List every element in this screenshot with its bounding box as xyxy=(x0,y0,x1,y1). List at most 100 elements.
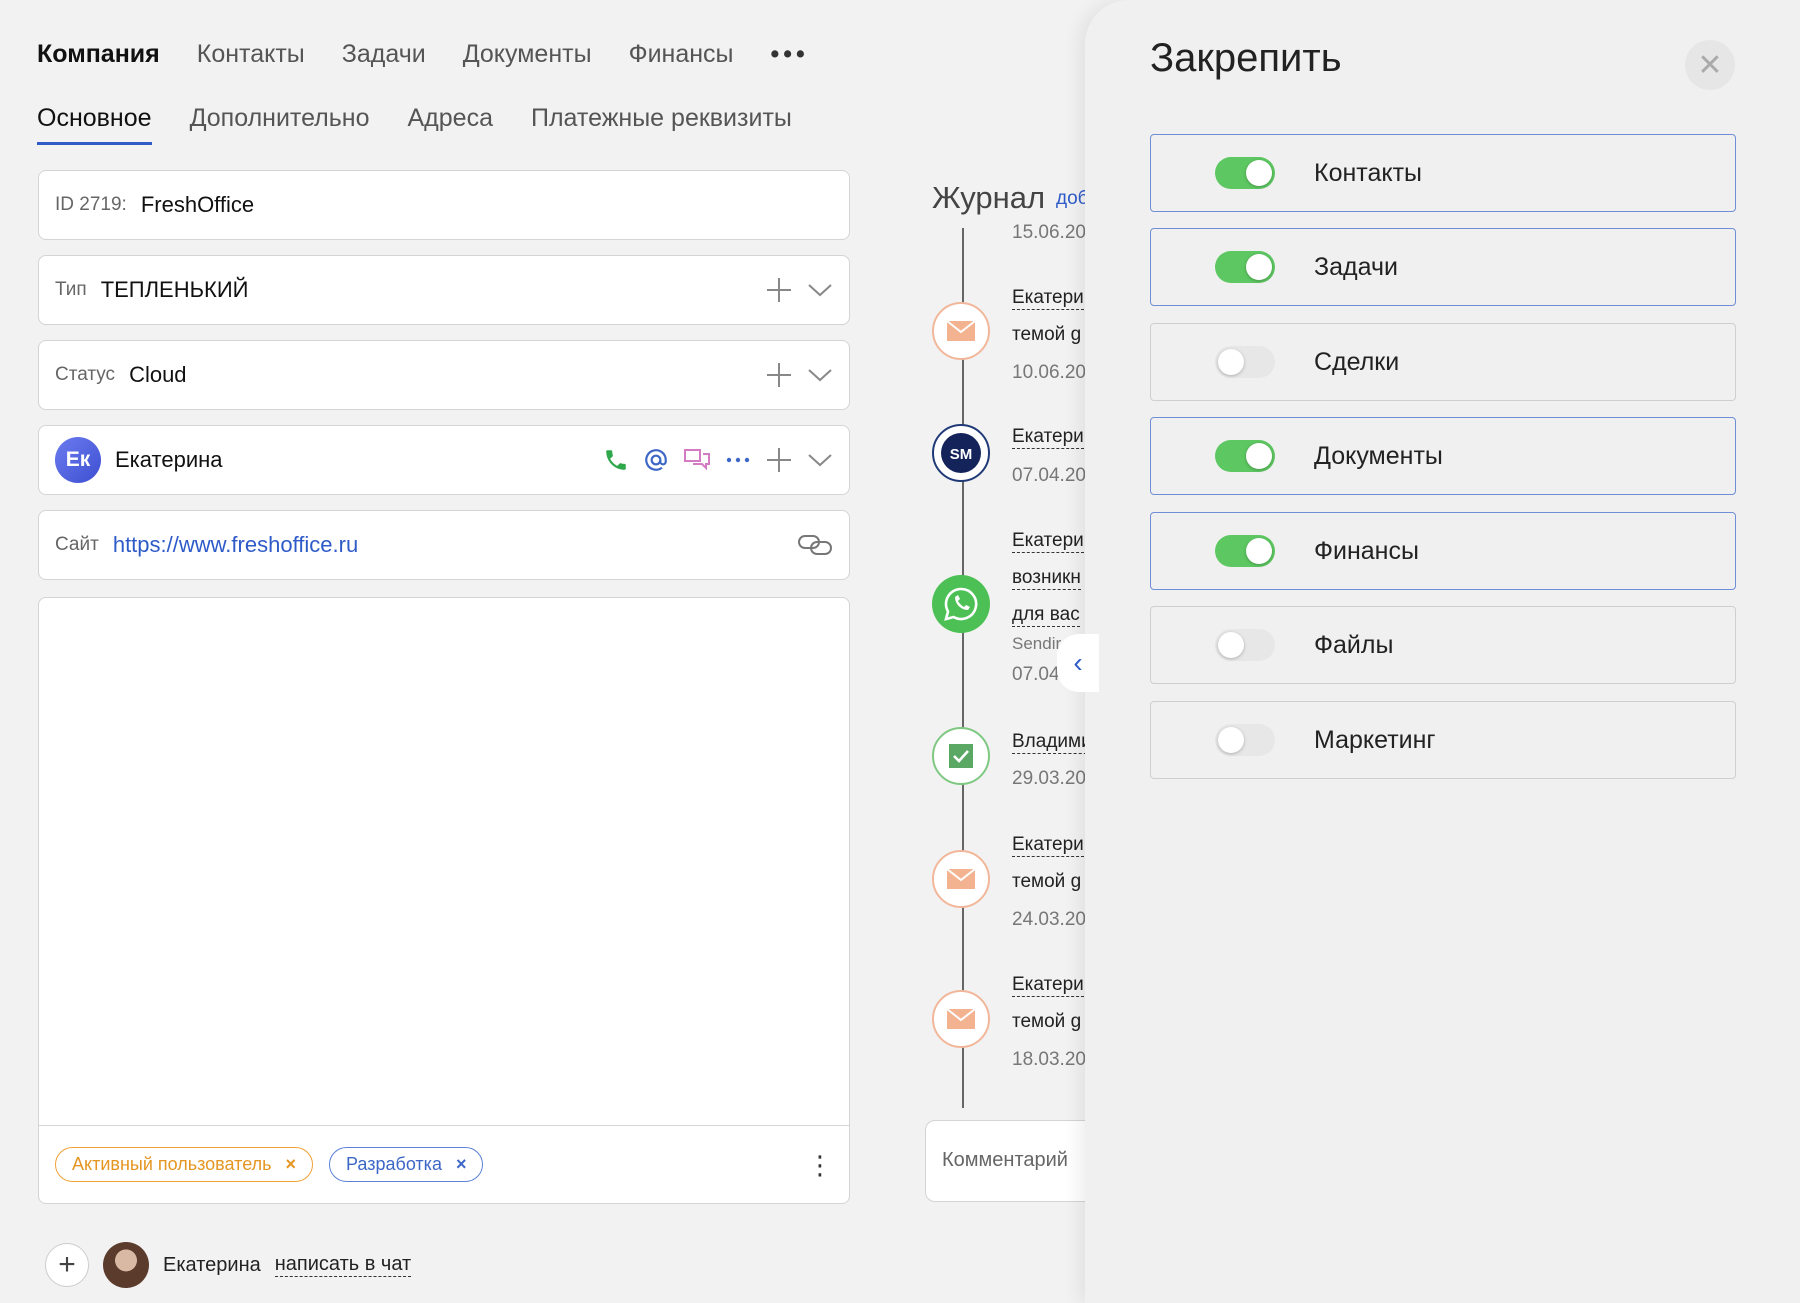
status-label: Статус xyxy=(55,364,116,385)
phone-icon[interactable] xyxy=(603,447,629,473)
type-value: ТЕПЛЕНЬКИЙ xyxy=(100,277,249,302)
toggle-switch[interactable] xyxy=(1215,724,1275,756)
tab-additional[interactable]: Дополнительно xyxy=(190,104,370,145)
plus-icon[interactable] xyxy=(765,446,793,474)
entry-author[interactable]: Екатери xyxy=(1012,426,1084,449)
notes-area[interactable]: Активный пользователь × Разработка × ⋮ xyxy=(38,597,850,1204)
toggle-knob xyxy=(1218,632,1244,658)
toggle-switch[interactable] xyxy=(1215,157,1275,189)
more-icon[interactable] xyxy=(725,456,751,464)
entry-author[interactable]: Екатери xyxy=(1012,530,1084,553)
nav-more-icon[interactable]: ••• xyxy=(771,40,809,69)
entry-text: темой g xyxy=(1012,871,1082,892)
nav-documents[interactable]: Документы xyxy=(463,40,592,69)
entry-author[interactable]: Екатери xyxy=(1012,974,1084,997)
tag-bar: Активный пользователь × Разработка × ⋮ xyxy=(39,1125,849,1203)
write-to-chat-link[interactable]: написать в чат xyxy=(274,1253,412,1277)
entry-date: 29.03.202 xyxy=(1012,768,1097,789)
pin-item-tasks[interactable]: Задачи xyxy=(1150,228,1736,306)
contact-avatar: Ек xyxy=(55,437,101,483)
type-field[interactable]: Тип ТЕПЛЕНЬКИЙ xyxy=(38,255,850,325)
pin-item-label: Маркетинг xyxy=(1314,725,1436,754)
tab-addresses[interactable]: Адреса xyxy=(408,104,493,145)
website-link[interactable]: https://www.freshoffice.ru xyxy=(113,532,358,558)
close-icon[interactable]: ✕ xyxy=(1685,40,1735,90)
nav-company[interactable]: Компания xyxy=(37,40,160,69)
entry-date: 24.03.202 xyxy=(1012,909,1097,930)
pin-item-contacts[interactable]: Контакты xyxy=(1150,134,1736,212)
tag-label: Разработка xyxy=(346,1154,442,1174)
company-name-value: FreshOffice xyxy=(140,192,255,217)
nav-contacts[interactable]: Контакты xyxy=(197,40,305,69)
toggle-knob xyxy=(1246,443,1272,469)
pin-item-finance[interactable]: Финансы xyxy=(1150,512,1736,590)
journal-add-link[interactable]: доб xyxy=(1056,188,1089,210)
pin-item-deals[interactable]: Сделки xyxy=(1150,323,1736,401)
pin-item-label: Сделки xyxy=(1314,347,1400,376)
pin-item-files[interactable]: Файлы xyxy=(1150,606,1736,684)
site-label: Сайт xyxy=(55,534,99,555)
toggle-knob xyxy=(1218,727,1244,753)
status-value: Cloud xyxy=(129,362,187,387)
type-label: Тип xyxy=(55,279,87,300)
collapse-panel-icon[interactable]: ‹ xyxy=(1057,634,1099,692)
pin-item-documents[interactable]: Документы xyxy=(1150,417,1736,495)
chat-icon[interactable] xyxy=(683,447,711,473)
website-field[interactable]: Сайт https://www.freshoffice.ru xyxy=(38,510,850,580)
entry-text: темой g xyxy=(1012,1011,1082,1032)
pin-item-label: Контакты xyxy=(1314,158,1422,187)
tab-main[interactable]: Основное xyxy=(37,104,152,145)
entry-author[interactable]: Владими xyxy=(1012,731,1092,754)
entry-date: 18.03.202 xyxy=(1012,1049,1097,1070)
pin-item-label: Финансы xyxy=(1314,536,1419,565)
toggle-switch[interactable] xyxy=(1215,535,1275,567)
pin-item-marketing[interactable]: Маркетинг xyxy=(1150,701,1736,779)
entry-text: темой g xyxy=(1012,324,1082,345)
pin-item-label: Задачи xyxy=(1314,252,1398,281)
user-name: Екатерина xyxy=(163,1253,261,1276)
contact-name[interactable]: Екатерина xyxy=(115,447,223,473)
id-label: ID 2719: xyxy=(55,194,127,215)
entry-date: 15.06.202 xyxy=(1012,222,1097,243)
entry-author[interactable]: Екатери xyxy=(1012,834,1084,857)
journal-title: Журнал xyxy=(932,180,1046,215)
tag-active-user[interactable]: Активный пользователь × xyxy=(55,1147,314,1182)
sub-tabs: Основное Дополнительно Адреса Платежные … xyxy=(37,104,792,145)
tag-development[interactable]: Разработка × xyxy=(329,1147,484,1182)
add-button[interactable]: + xyxy=(45,1243,89,1287)
pin-item-label: Документы xyxy=(1314,441,1443,470)
toggle-switch[interactable] xyxy=(1215,251,1275,283)
toggle-switch[interactable] xyxy=(1215,440,1275,472)
sm-icon: SM xyxy=(932,424,990,482)
user-photo xyxy=(103,1242,149,1288)
status-field[interactable]: Статус Cloud xyxy=(38,340,850,410)
chevron-down-icon[interactable] xyxy=(807,367,833,383)
tab-payment-details[interactable]: Платежные реквизиты xyxy=(531,104,792,145)
company-id-field[interactable]: ID 2719: FreshOffice xyxy=(38,170,850,240)
timeline-line xyxy=(962,228,964,1108)
email-at-icon[interactable] xyxy=(643,447,669,473)
entry-author[interactable]: Екатери xyxy=(1012,287,1084,310)
entry-text: возникн xyxy=(1012,567,1081,590)
plus-icon[interactable] xyxy=(765,361,793,389)
contact-field[interactable]: Ек Екатерина xyxy=(38,425,850,495)
plus-icon[interactable] xyxy=(765,276,793,304)
task-check-icon xyxy=(932,727,990,785)
kebab-menu-icon[interactable]: ⋮ xyxy=(807,1152,833,1178)
mail-icon xyxy=(932,990,990,1048)
sm-badge-text: SM xyxy=(950,446,973,463)
tag-remove-icon[interactable]: × xyxy=(456,1154,467,1175)
toggle-switch[interactable] xyxy=(1215,346,1275,378)
entry-date: 10.06.202 xyxy=(1012,362,1097,383)
link-icon[interactable] xyxy=(797,532,833,558)
chevron-down-icon[interactable] xyxy=(807,452,833,468)
chevron-down-icon[interactable] xyxy=(807,282,833,298)
toggle-switch[interactable] xyxy=(1215,629,1275,661)
nav-tasks[interactable]: Задачи xyxy=(342,40,426,69)
toggle-knob xyxy=(1246,160,1272,186)
nav-finance[interactable]: Финансы xyxy=(629,40,734,69)
comment-input[interactable]: Комментарий xyxy=(925,1120,1105,1202)
bottom-bar: + Екатерина написать в чат xyxy=(45,1242,412,1288)
tag-remove-icon[interactable]: × xyxy=(286,1154,297,1175)
entry-date: 07.04.202 xyxy=(1012,465,1097,486)
